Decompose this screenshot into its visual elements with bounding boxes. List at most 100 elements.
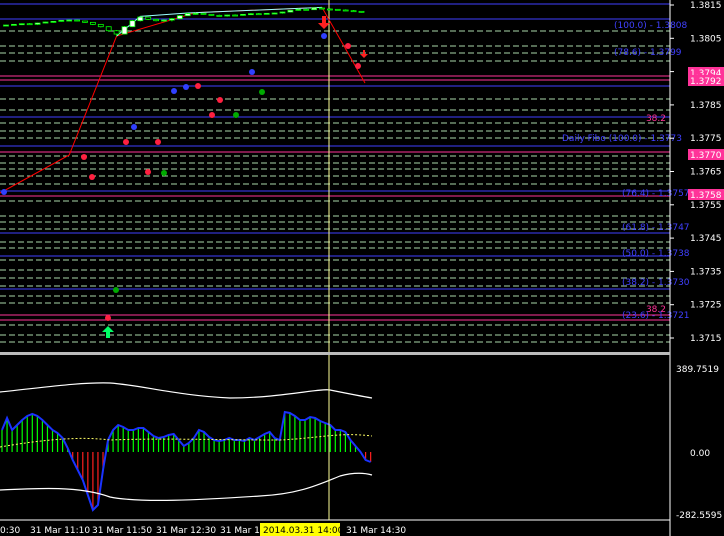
fractal-dot (259, 89, 265, 95)
time-label: 31 Mar 12:30 (156, 526, 216, 536)
candle (3, 24, 9, 27)
fib-level-label: (76.4) - 1.3757 (622, 189, 690, 199)
candle (232, 14, 239, 17)
indicator-axis-zero: 0.00 (690, 449, 710, 459)
price-badge-label: 1.3792 (690, 77, 722, 87)
candle (97, 23, 104, 28)
candle (18, 23, 25, 26)
fib-level-label: Daily Fibo (100.0) - 1.3773 (562, 134, 682, 144)
fractal-dot (89, 174, 95, 180)
candle (279, 11, 286, 14)
fractal-dot (145, 169, 151, 175)
indicator-axis-min: -282.5595 (676, 511, 722, 521)
price-axis-label: 1.3765 (690, 168, 722, 178)
fib-level-label: (78.6) - 1.3799 (614, 48, 682, 58)
fractal-dot (1, 189, 7, 195)
candle (50, 20, 57, 23)
price-axis-label: 1.3725 (690, 301, 722, 311)
fractal-dot (131, 124, 137, 130)
candle (271, 12, 278, 15)
candle (295, 8, 302, 11)
indicator-axis-max: 389.7519 (676, 365, 719, 375)
candle (176, 15, 183, 20)
fractal-dot (171, 88, 177, 94)
candle (342, 9, 349, 12)
candle (255, 13, 262, 16)
time-label: 31 Mar 14:30 (346, 526, 406, 536)
candle (10, 23, 17, 26)
time-label: 31 Mar 11:50 (92, 526, 152, 536)
candle (105, 26, 112, 32)
candle (82, 20, 88, 23)
fractal-dot (249, 69, 255, 75)
candle (184, 13, 191, 17)
candle (113, 30, 120, 35)
candle (153, 18, 160, 22)
fractal-dot (123, 139, 129, 145)
candle (58, 19, 65, 22)
candle (74, 19, 80, 22)
candle (334, 8, 341, 11)
candle (350, 10, 357, 13)
fractal-dot (321, 33, 327, 39)
candle (216, 14, 223, 17)
candle (287, 9, 294, 13)
candle (137, 16, 144, 22)
candle (303, 8, 310, 11)
price-badge-label: 1.3770 (690, 151, 722, 161)
fractal-dot (105, 315, 111, 321)
fib-level-label: 38.2 (646, 114, 666, 124)
time-label: 0:30 (0, 526, 20, 536)
candle (358, 10, 365, 13)
fractal-dot (217, 97, 223, 103)
oscillator (0, 382, 373, 512)
fractal-dot (195, 83, 201, 89)
fractal-dot (345, 43, 351, 49)
price-badge-label: 1.3758 (690, 191, 722, 201)
candle (121, 26, 128, 35)
fractal-dot (113, 287, 119, 293)
trading-chart[interactable]: (100.0) - 1.3808 (78.6) - 1.3799 38.2 Daily… (0, 0, 724, 536)
candle (240, 13, 246, 16)
candle (319, 7, 325, 10)
fib-level-label: (23.6) - 1.3721 (622, 311, 690, 321)
candle (200, 12, 207, 15)
fractal-dot (81, 154, 87, 160)
fractal-dot (233, 112, 239, 118)
candle (34, 22, 41, 25)
candle (66, 19, 73, 22)
price-axis-label: 1.3775 (690, 134, 722, 144)
fib-level-label: (50.0) - 1.3738 (622, 249, 690, 259)
candle (326, 8, 333, 11)
upper-band (0, 382, 373, 399)
time-axis: 0:30 31 Mar 11:10 31 Mar 11:50 31 Mar 12… (0, 523, 406, 536)
horizontal-levels (0, 3, 670, 343)
indicator-axis: 389.7519 0.00 -282.5595 (676, 365, 722, 521)
fib-level-label: (61.8) - 1.3747 (622, 223, 690, 233)
fractal-dot (183, 84, 189, 90)
time-label: 31 Mar 11:10 (30, 526, 90, 536)
fractal-markers (1, 16, 368, 338)
indicator-panel[interactable] (0, 355, 373, 520)
candle (311, 7, 318, 11)
price-axis-label: 1.3745 (690, 234, 722, 244)
price-axis-label: 1.3785 (690, 101, 722, 111)
candles (3, 7, 365, 37)
fib-level-label: (100.0) - 1.3808 (614, 21, 688, 31)
fractal-dot (155, 139, 161, 145)
candle (42, 21, 49, 24)
candle (208, 13, 215, 16)
candle (263, 12, 270, 15)
zigzag-line (0, 6, 366, 194)
price-axis-label: 1.3735 (690, 267, 722, 277)
candle (168, 18, 175, 21)
fractal-dot (209, 112, 215, 118)
candle (192, 12, 199, 15)
candle (26, 23, 33, 26)
candle (145, 16, 152, 20)
lower-band (0, 472, 373, 501)
price-axis-label: 1.3755 (690, 201, 722, 211)
candle (247, 13, 254, 16)
buy-arrow-icon (102, 326, 114, 338)
fractal-dot (355, 63, 361, 69)
